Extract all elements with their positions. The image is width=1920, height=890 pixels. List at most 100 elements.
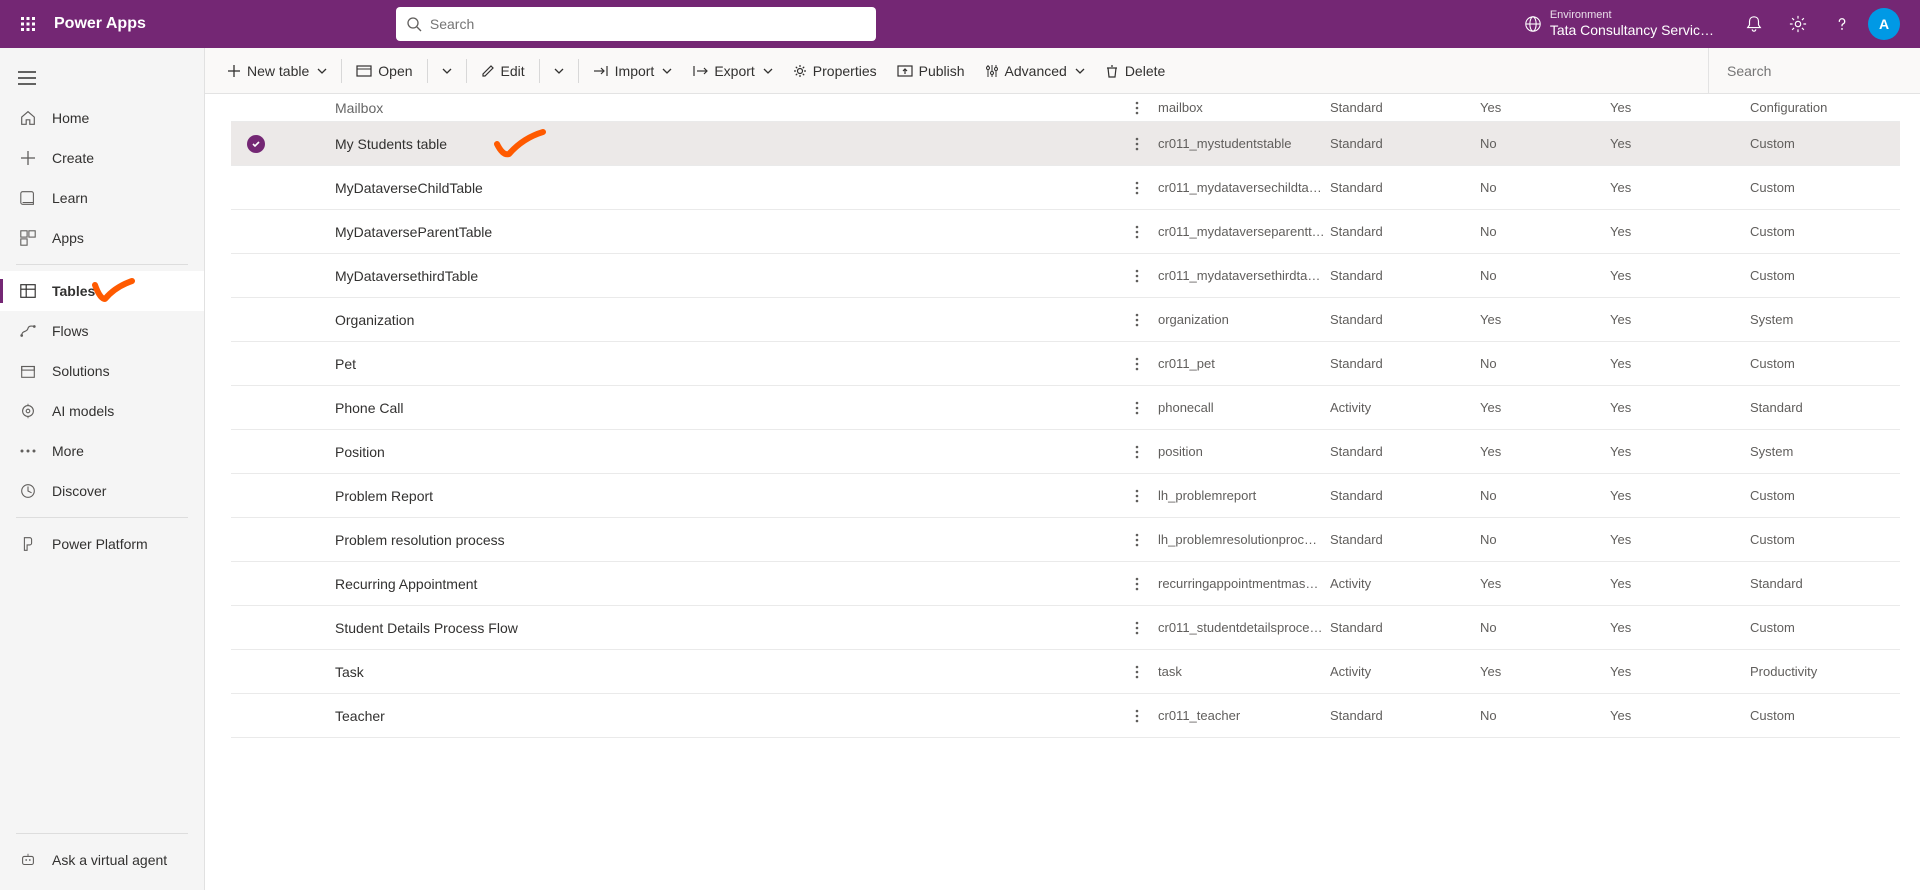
row-more-menu[interactable] (1124, 445, 1150, 459)
row-name[interactable]: MyDataverseParentTable (321, 224, 1124, 240)
row-more-menu[interactable] (1124, 665, 1150, 679)
more-vertical-icon (1135, 357, 1139, 371)
environment-picker[interactable]: Environment Tata Consultancy Servic… (1524, 9, 1714, 39)
row-tags: Custom (1750, 708, 1900, 723)
row-more-menu[interactable] (1124, 533, 1150, 547)
new-table-button[interactable]: New table (217, 48, 337, 93)
row-managed: Yes (1480, 664, 1610, 679)
export-button[interactable]: Export (682, 48, 782, 93)
table-row[interactable]: Student Details Process Flow cr011_studen… (231, 606, 1900, 650)
notifications-icon[interactable] (1732, 0, 1776, 48)
table-search[interactable] (1708, 48, 1908, 93)
row-name[interactable]: Position (321, 444, 1124, 460)
publish-button[interactable]: Publish (887, 48, 975, 93)
more-vertical-icon (1135, 533, 1139, 547)
row-name[interactable]: Organization (321, 312, 1124, 328)
nav-learn[interactable]: Learn (0, 178, 204, 218)
table-row[interactable]: Phone CallphonecallActivityYesYesStandar… (231, 386, 1900, 430)
nav-flows[interactable]: Flows (0, 311, 204, 351)
nav-collapse-button[interactable] (0, 58, 204, 98)
row-more-menu[interactable] (1124, 709, 1150, 723)
nav-tables[interactable]: Tables (0, 271, 204, 311)
row-more-menu[interactable] (1124, 621, 1150, 635)
row-more-menu[interactable] (1124, 181, 1150, 195)
row-customizable: Yes (1610, 312, 1750, 327)
row-name[interactable]: Problem resolution process (321, 532, 1124, 548)
row-name[interactable]: Teacher (321, 708, 1124, 724)
table-row[interactable]: TasktaskActivityYesYesProductivity (231, 650, 1900, 694)
row-more-menu[interactable] (1124, 101, 1150, 115)
row-name[interactable]: Mailbox (321, 100, 1124, 116)
tables-list[interactable]: MailboxmailboxStandardYesYesConfiguratio… (205, 94, 1920, 890)
table-row[interactable]: PositionpositionStandardYesYesSystem (231, 430, 1900, 474)
nav-label: Discover (52, 483, 106, 499)
nav-discover[interactable]: Discover (0, 471, 204, 511)
nav-create[interactable]: Create (0, 138, 204, 178)
properties-button[interactable]: Properties (783, 48, 887, 93)
row-more-menu[interactable] (1124, 401, 1150, 415)
nav-power-platform[interactable]: Power Platform (0, 524, 204, 564)
row-more-menu[interactable] (1124, 489, 1150, 503)
row-more-menu[interactable] (1124, 137, 1150, 151)
row-schema-name: cr011_studentdetailsproce… (1150, 620, 1330, 635)
row-name[interactable]: Phone Call (321, 400, 1124, 416)
row-more-menu[interactable] (1124, 313, 1150, 327)
advanced-button[interactable]: Advanced (975, 48, 1095, 93)
global-search[interactable] (396, 7, 876, 41)
nav-label: Home (52, 110, 89, 126)
table-row[interactable]: Problem Reportlh_problemreportStandardNo… (231, 474, 1900, 518)
cmd-label: Properties (813, 63, 877, 79)
open-dropdown[interactable] (432, 48, 462, 93)
table-row[interactable]: OrganizationorganizationStandardYesYesSy… (231, 298, 1900, 342)
edit-button[interactable]: Edit (471, 48, 535, 93)
table-row[interactable]: MailboxmailboxStandardYesYesConfiguratio… (231, 94, 1900, 122)
settings-icon[interactable] (1776, 0, 1820, 48)
row-name[interactable]: Problem Report (321, 488, 1124, 504)
table-row[interactable]: Problem resolution processlh_problemreso… (231, 518, 1900, 562)
open-button[interactable]: Open (346, 48, 422, 93)
row-name[interactable]: Task (321, 664, 1124, 680)
edit-dropdown[interactable] (544, 48, 574, 93)
nav-apps[interactable]: Apps (0, 218, 204, 258)
global-search-input[interactable] (430, 16, 866, 32)
row-managed: No (1480, 136, 1610, 151)
sliders-icon (985, 64, 999, 78)
environment-name: Tata Consultancy Servic… (1550, 22, 1714, 39)
row-name[interactable]: MyDataverseChildTable (321, 180, 1124, 196)
apps-icon (18, 229, 38, 247)
row-more-menu[interactable] (1124, 269, 1150, 283)
row-more-menu[interactable] (1124, 225, 1150, 239)
table-row[interactable]: Teachercr011_teacherStandardNoYesCustom (231, 694, 1900, 738)
row-more-menu[interactable] (1124, 357, 1150, 371)
table-row[interactable]: MyDataverseParentTablecr011_mydataversep… (231, 210, 1900, 254)
table-row[interactable]: Recurring Appointmentrecurringappointmen… (231, 562, 1900, 606)
table-row[interactable]: MyDataverseChildTablecr011_mydataversech… (231, 166, 1900, 210)
delete-button[interactable]: Delete (1095, 48, 1175, 93)
row-select-cell[interactable] (231, 135, 281, 153)
table-search-input[interactable] (1727, 63, 1908, 79)
nav-more[interactable]: More (0, 431, 204, 471)
row-name[interactable]: Recurring Appointment (321, 576, 1124, 592)
row-type: Standard (1330, 224, 1480, 239)
nav-ai-models[interactable]: AI models (0, 391, 204, 431)
user-avatar[interactable]: A (1868, 8, 1900, 40)
more-vertical-icon (1135, 181, 1139, 195)
row-type: Standard (1330, 180, 1480, 195)
cmd-label: New table (247, 63, 309, 79)
table-row[interactable]: MyDataversethirdTablecr011_mydataverseth… (231, 254, 1900, 298)
row-more-menu[interactable] (1124, 577, 1150, 591)
row-name[interactable]: MyDataversethirdTable (321, 268, 1124, 284)
table-row[interactable]: My Students tablecr011_mystudentstableSt… (231, 122, 1900, 166)
row-name[interactable]: Student Details Process Flow (321, 620, 1124, 636)
app-launcher-icon[interactable] (12, 8, 44, 40)
table-row[interactable]: Petcr011_petStandardNoYesCustom (231, 342, 1900, 386)
nav-home[interactable]: Home (0, 98, 204, 138)
help-icon[interactable] (1820, 0, 1864, 48)
nav-solutions[interactable]: Solutions (0, 351, 204, 391)
row-name[interactable]: My Students table (321, 136, 1124, 152)
import-button[interactable]: Import (583, 48, 683, 93)
nav-ask-virtual-agent[interactable]: Ask a virtual agent (0, 840, 204, 880)
row-name[interactable]: Pet (321, 356, 1124, 372)
brand-title[interactable]: Power Apps (54, 15, 146, 33)
more-vertical-icon (1135, 401, 1139, 415)
